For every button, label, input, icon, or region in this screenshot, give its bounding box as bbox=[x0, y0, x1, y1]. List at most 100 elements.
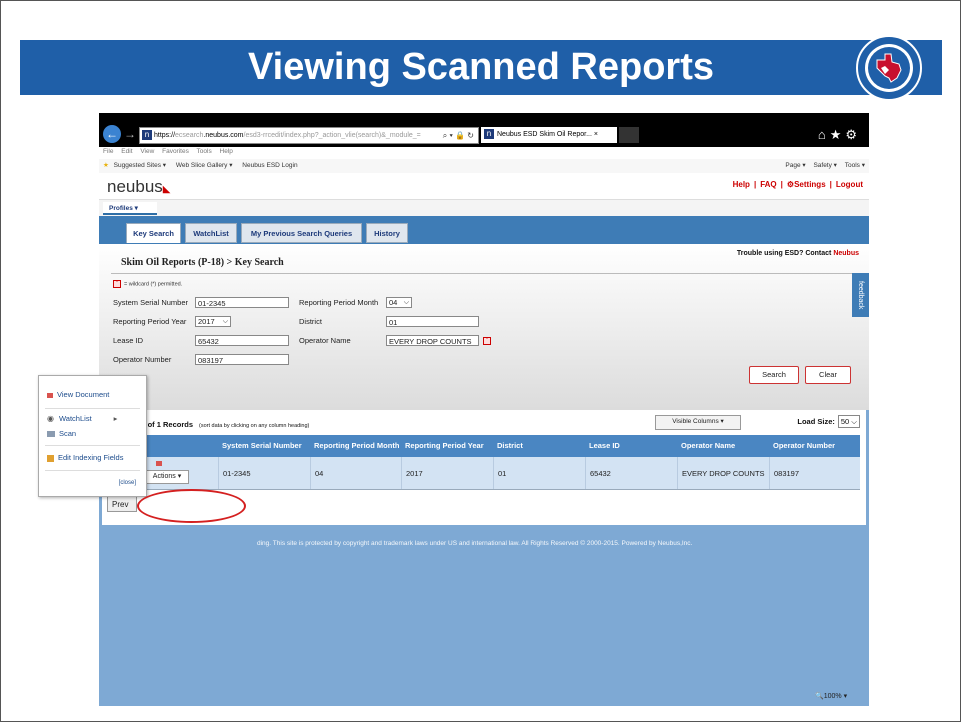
lock-icon: 🔒 bbox=[455, 131, 466, 140]
chevron-down-icon: ⌵ bbox=[403, 299, 409, 306]
edit-indexing-fields-menu-item[interactable]: Edit Indexing Fields bbox=[47, 453, 123, 462]
actions-dropdown-menu: View Document ◉ WatchList ▸ Scan Edit Inde… bbox=[38, 375, 147, 497]
address-subdomain: ecsearch bbox=[175, 132, 204, 139]
address-bar[interactable]: n https://ecsearch.neubus.com/esd3-rrcedi… bbox=[139, 127, 479, 144]
back-arrow-icon[interactable]: ← bbox=[103, 125, 121, 143]
operator-name-input[interactable]: EVERY DROP COUNTS bbox=[386, 335, 479, 346]
chevron-down-icon: ▾ bbox=[134, 205, 138, 212]
menu-divider bbox=[45, 408, 140, 409]
view-document-menu-item[interactable]: View Document bbox=[47, 390, 109, 399]
cell-reporting-period-year: 2017 bbox=[401, 457, 493, 489]
document-icon bbox=[156, 461, 162, 466]
lease-id-input[interactable]: 65432 bbox=[195, 335, 289, 346]
trouble-note: Trouble using ESD? Contact Neubus bbox=[737, 250, 859, 257]
menu-view[interactable]: View bbox=[140, 148, 154, 155]
scan-icon bbox=[47, 431, 55, 438]
scan-menu-item[interactable]: Scan bbox=[47, 429, 76, 438]
cell-reporting-period-month: 04 bbox=[310, 457, 401, 489]
fav-neubus-esd-login[interactable]: Neubus ESD Login bbox=[242, 162, 297, 169]
cmd-safety[interactable]: Safety ▾ bbox=[813, 162, 837, 169]
reporting-period-year-value: 2017 bbox=[198, 317, 215, 326]
prev-button[interactable]: Prev bbox=[107, 496, 137, 512]
address-scheme: https:// bbox=[154, 132, 176, 139]
tab-previous-search-queries[interactable]: My Previous Search Queries bbox=[241, 223, 362, 243]
cell-operator-name: EVERY DROP COUNTS bbox=[677, 457, 769, 489]
menu-edit[interactable]: Edit bbox=[121, 148, 132, 155]
load-size: Load Size: 50 ⌵ bbox=[797, 415, 860, 428]
refresh-icon[interactable]: ↻ bbox=[467, 131, 474, 140]
contact-neubus-link[interactable]: Neubus bbox=[833, 250, 859, 257]
col-reporting-period-year[interactable]: Reporting Period Year bbox=[401, 435, 493, 457]
slide-title-bar: Viewing Scanned Reports bbox=[20, 40, 942, 95]
system-serial-number-label: System Serial Number bbox=[113, 298, 189, 307]
system-serial-number-input[interactable]: 01-2345 bbox=[195, 297, 289, 308]
page-title: Skim Oil Reports (P-18) > Key Search bbox=[121, 257, 284, 268]
watchlist-menu-item[interactable]: ◉ WatchList ▸ bbox=[47, 414, 117, 423]
eye-icon: ◉ bbox=[47, 414, 54, 424]
close-menu-link[interactable]: [close] bbox=[119, 480, 136, 486]
district-input[interactable]: 01 bbox=[386, 316, 479, 327]
favorites-bar: ★ Suggested Sites ▾ Web Slice Gallery ▾ … bbox=[99, 159, 869, 173]
cmd-page[interactable]: Page ▾ bbox=[785, 162, 805, 169]
home-icon[interactable]: ⌂ bbox=[818, 127, 830, 142]
load-size-label: Load Size: bbox=[797, 417, 835, 426]
col-operator-number[interactable]: Operator Number bbox=[769, 435, 860, 457]
menu-tools[interactable]: Tools bbox=[197, 148, 212, 155]
reporting-period-year-label: Reporting Period Year bbox=[113, 317, 187, 326]
favorites-star-icon[interactable]: ★ bbox=[103, 162, 109, 169]
faq-link[interactable]: FAQ bbox=[760, 180, 776, 189]
feedback-tab[interactable]: feedback bbox=[852, 273, 869, 317]
col-system-serial-number[interactable]: System Serial Number bbox=[218, 435, 310, 457]
header-links: Help | FAQ | ⚙Settings | Logout bbox=[732, 180, 863, 189]
neubus-logo: neubus◣ bbox=[107, 177, 171, 196]
tab-watchlist[interactable]: WatchList bbox=[185, 223, 237, 243]
browser-tab[interactable]: n Neubus ESD Skim Oil Repor... × bbox=[481, 127, 617, 143]
reporting-period-month-value: 04 bbox=[389, 298, 398, 307]
favorites-star-icon[interactable]: ★ bbox=[830, 127, 846, 142]
tab-key-search[interactable]: Key Search bbox=[126, 223, 181, 243]
clear-button[interactable]: Clear bbox=[805, 366, 851, 384]
new-tab-button[interactable] bbox=[619, 127, 639, 143]
reporting-period-month-select[interactable]: 04 ⌵ bbox=[386, 297, 412, 308]
actions-button[interactable]: Actions ▾ bbox=[145, 470, 189, 484]
col-district[interactable]: District bbox=[493, 435, 585, 457]
col-reporting-period-month[interactable]: Reporting Period Month bbox=[310, 435, 401, 457]
fav-suggested-sites[interactable]: Suggested Sites ▾ bbox=[114, 162, 166, 169]
operator-number-input[interactable]: 083197 bbox=[195, 354, 289, 365]
menu-divider bbox=[45, 445, 140, 446]
menu-help[interactable]: Help bbox=[220, 148, 233, 155]
menu-divider bbox=[45, 470, 140, 471]
cmd-tools[interactable]: Tools ▾ bbox=[845, 162, 865, 169]
search-button[interactable]: Search bbox=[749, 366, 799, 384]
settings-gear-icon: ⚙ bbox=[786, 180, 795, 189]
forward-arrow-icon[interactable]: → bbox=[124, 125, 136, 143]
scan-label: Scan bbox=[59, 429, 77, 438]
col-lease-id[interactable]: Lease ID bbox=[585, 435, 677, 457]
menu-favorites[interactable]: Favorites bbox=[162, 148, 189, 155]
logout-link[interactable]: Logout bbox=[836, 180, 863, 189]
menu-file[interactable]: File bbox=[103, 148, 113, 155]
help-link[interactable]: Help bbox=[733, 180, 750, 189]
profiles-menu-button[interactable]: Profiles ▾ bbox=[103, 202, 157, 215]
document-icon bbox=[47, 392, 53, 398]
operator-name-label: Operator Name bbox=[299, 336, 351, 345]
view-document-label: View Document bbox=[57, 390, 110, 399]
visible-columns-button[interactable]: Visible Columns ▾ bbox=[655, 415, 741, 430]
search-icon[interactable]: ⌕ bbox=[443, 131, 447, 140]
neubus-logo-text: neubus bbox=[107, 177, 163, 196]
load-size-select[interactable]: 50 ⌵ bbox=[837, 415, 860, 428]
fav-web-slice-gallery[interactable]: Web Slice Gallery ▾ bbox=[176, 162, 233, 169]
col-operator-name[interactable]: Operator Name bbox=[677, 435, 769, 457]
gear-icon[interactable]: ⚙ bbox=[845, 127, 861, 142]
zoom-value: 100% bbox=[823, 693, 842, 700]
zoom-indicator[interactable]: 🔍100% ▾ bbox=[815, 692, 847, 700]
lease-id-label: Lease ID bbox=[113, 336, 144, 345]
footer-copyright: ding. This site is protected by copyrigh… bbox=[257, 540, 693, 547]
trouble-text: Trouble using ESD? Contact bbox=[736, 250, 834, 257]
browser-tab-title: Neubus ESD Skim Oil Repor... bbox=[497, 131, 592, 138]
table-header: System Serial Number Reporting Period Mo… bbox=[108, 435, 860, 457]
tab-history[interactable]: History bbox=[366, 223, 408, 243]
settings-link[interactable]: Settings bbox=[794, 180, 826, 189]
address-bar-icons[interactable]: ⌕ ▾ 🔒 ↻ bbox=[443, 128, 474, 143]
reporting-period-year-select[interactable]: 2017 ⌵ bbox=[195, 316, 231, 327]
